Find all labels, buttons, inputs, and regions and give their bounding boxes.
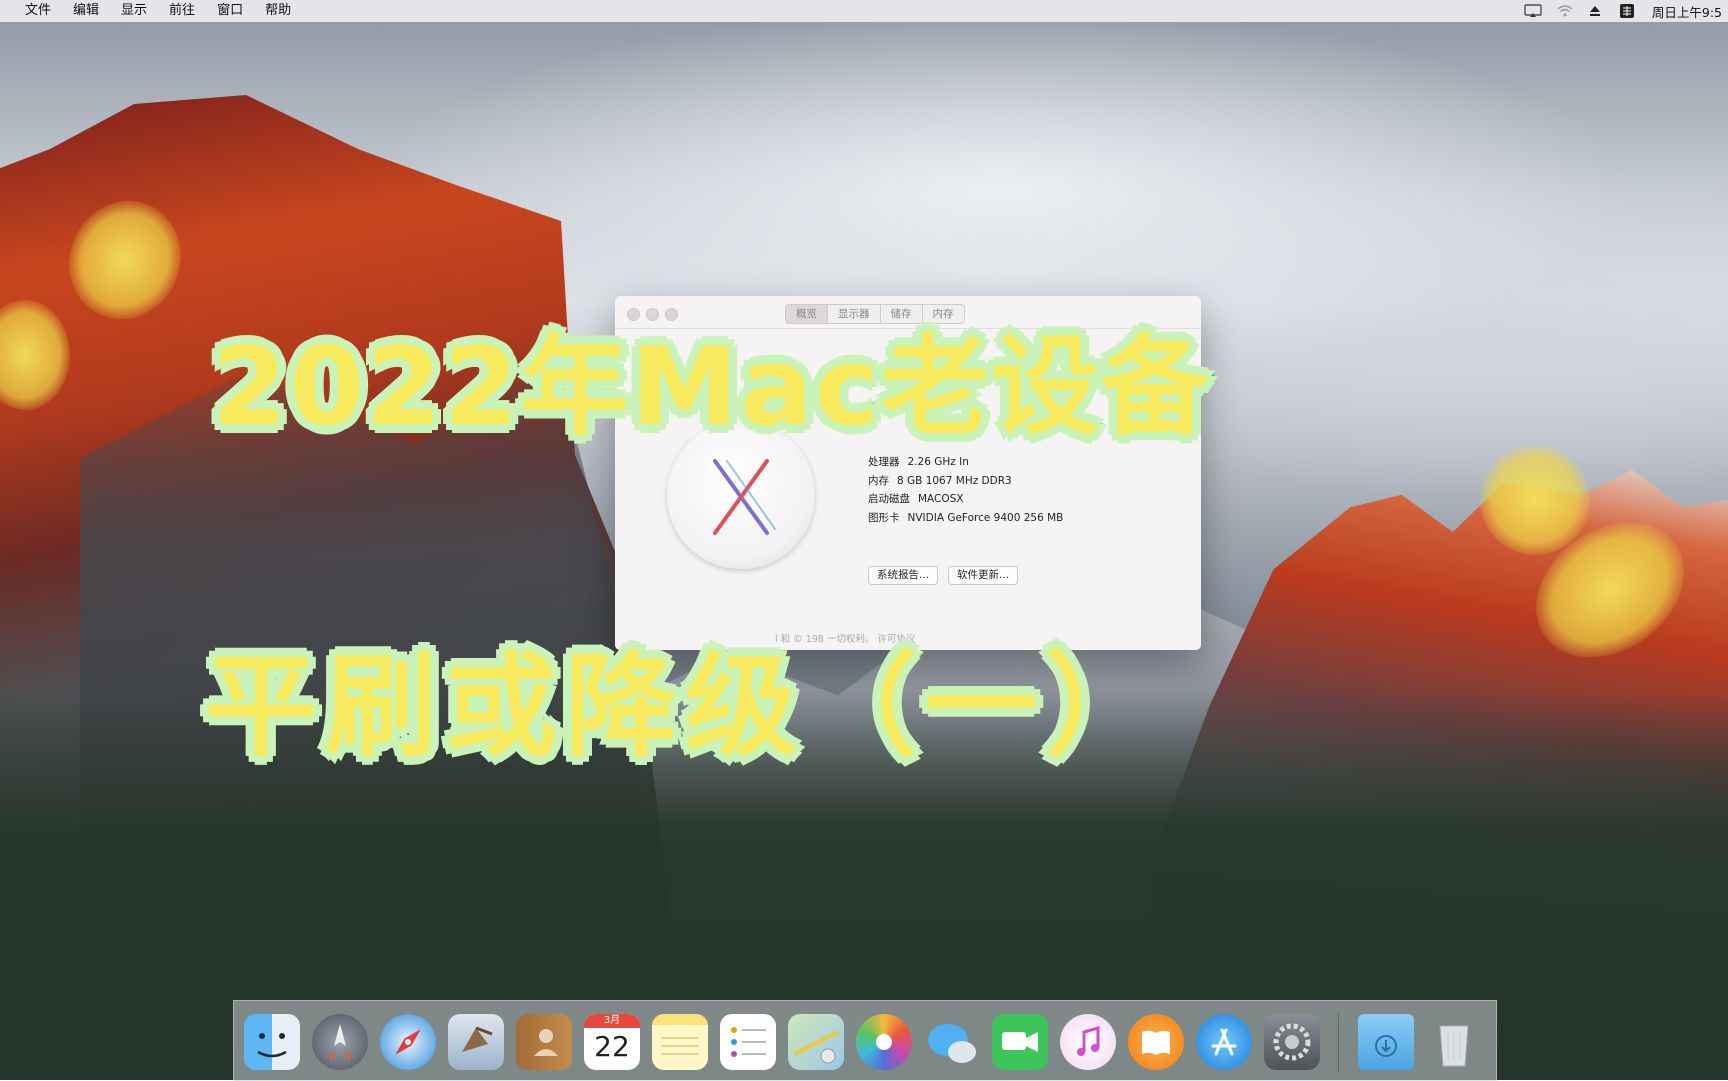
facetime-icon[interactable] xyxy=(992,1014,1048,1070)
dock-separator xyxy=(1338,1013,1339,1073)
spec-startup-disk: 启动磁盘 MACOSX xyxy=(868,493,964,505)
overlay-title-line2: 平刷或降级（一） xyxy=(203,640,1165,775)
system-preferences-icon[interactable] xyxy=(1264,1014,1320,1070)
calendar-day: 22 xyxy=(594,1030,630,1063)
trash-icon[interactable] xyxy=(1426,1014,1482,1070)
mail-icon[interactable] xyxy=(448,1014,504,1070)
calendar-month: 3月 xyxy=(584,1014,640,1028)
software-update-button[interactable]: 软件更新... xyxy=(948,566,1019,585)
input-method-icon[interactable] xyxy=(1619,4,1638,18)
menu-view[interactable]: 显示 xyxy=(110,0,158,22)
airplay-icon[interactable] xyxy=(1524,4,1542,18)
menu-file[interactable]: 文件 xyxy=(14,0,62,22)
calendar-icon[interactable]: 3月 22 xyxy=(584,1014,640,1070)
ibooks-icon[interactable] xyxy=(1128,1014,1184,1070)
photos-icon[interactable] xyxy=(856,1014,912,1070)
contacts-icon[interactable] xyxy=(516,1014,572,1070)
reminders-icon[interactable] xyxy=(720,1014,776,1070)
downloads-folder-icon[interactable] xyxy=(1358,1014,1414,1070)
finder-icon[interactable] xyxy=(244,1014,300,1070)
system-report-button[interactable]: 系统报告... xyxy=(868,566,939,585)
maps-icon[interactable] xyxy=(788,1014,844,1070)
menu-help[interactable]: 帮助 xyxy=(254,0,302,22)
eject-icon[interactable] xyxy=(1588,4,1606,18)
spec-memory: 内存 8 GB 1067 MHz DDR3 xyxy=(868,474,1012,487)
overlay-title-line1: 2022年Mac老设备 xyxy=(210,323,1212,453)
clock[interactable]: 周日上午9:5 xyxy=(1652,2,1722,21)
safari-icon[interactable] xyxy=(380,1014,436,1070)
menu-go[interactable]: 前往 xyxy=(158,0,206,22)
menu-window[interactable]: 窗口 xyxy=(206,0,254,22)
notes-icon[interactable] xyxy=(652,1014,708,1070)
messages-icon[interactable] xyxy=(924,1014,980,1070)
spec-graphics: 图形卡 NVIDIA GeForce 9400 256 MB xyxy=(868,511,1064,524)
itunes-icon[interactable] xyxy=(1060,1014,1116,1070)
dock: 3月 22 xyxy=(233,1000,1497,1081)
menu-bar: 文件 编辑 显示 前往 窗口 帮助 周日上午9:5 xyxy=(0,0,1728,22)
menu-edit[interactable]: 编辑 xyxy=(62,0,110,22)
spec-processor: 处理器 2.26 GHz In xyxy=(868,456,969,468)
specs-list: 处理器 2.26 GHz In 内存 8 GB 1067 MHz DDR3 启动磁盘… xyxy=(868,454,1063,528)
status-area: 周日上午9:5 xyxy=(1524,0,1722,22)
app-store-icon[interactable] xyxy=(1196,1014,1252,1070)
wifi-icon[interactable] xyxy=(1556,4,1574,18)
launchpad-icon[interactable] xyxy=(312,1014,368,1070)
apple-menu-icon[interactable] xyxy=(0,0,14,22)
